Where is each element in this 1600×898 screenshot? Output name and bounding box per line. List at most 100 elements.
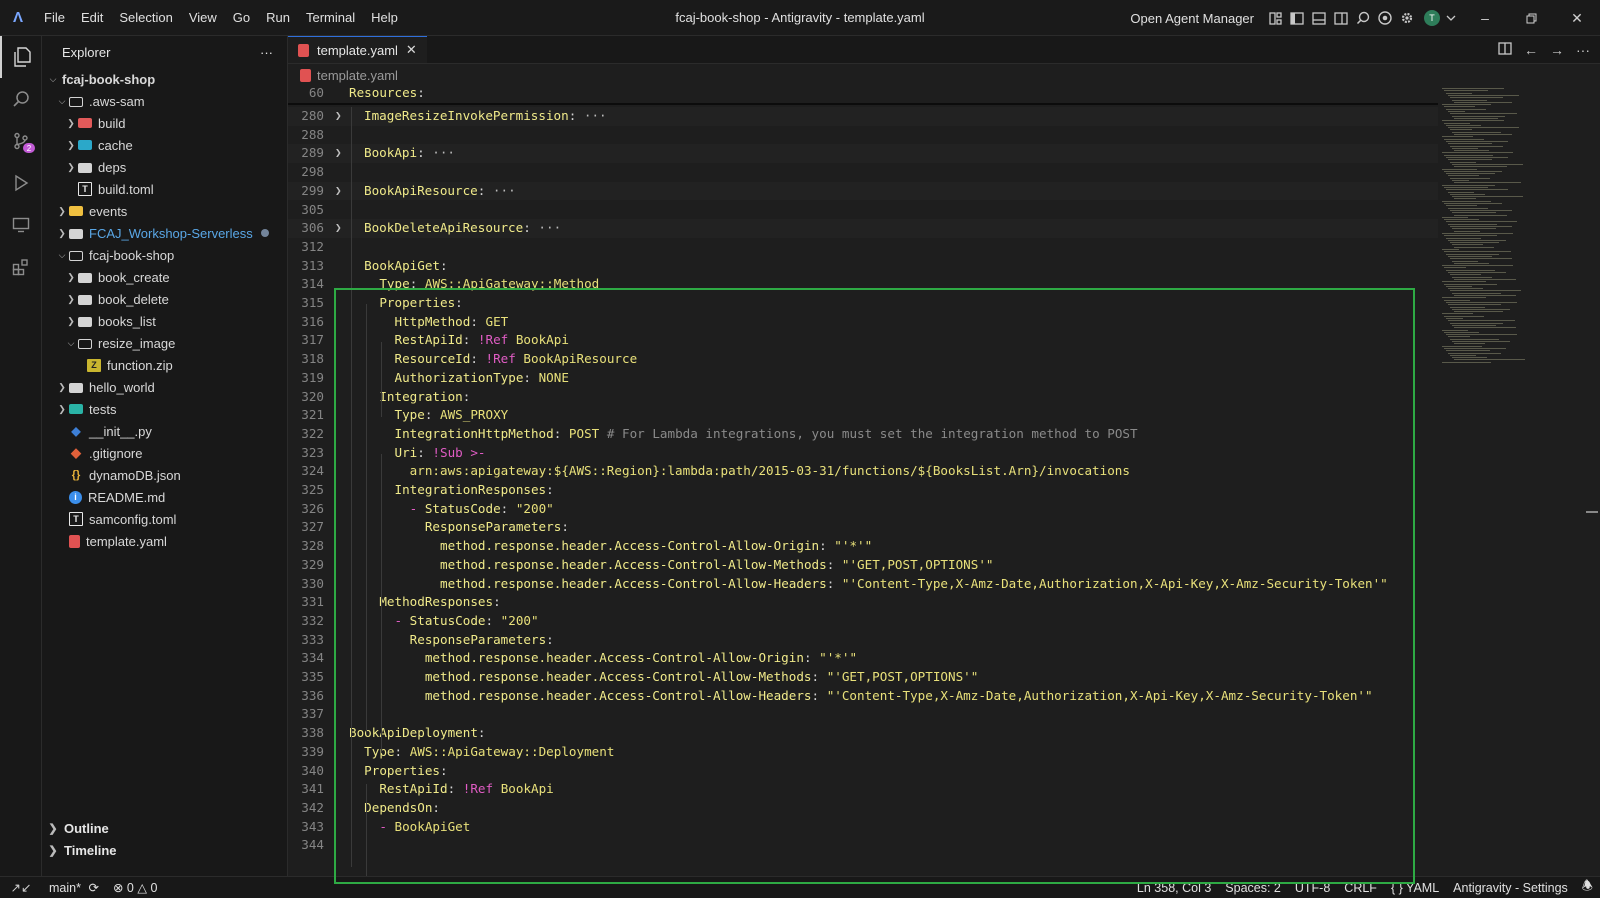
code-line[interactable]: 288 bbox=[288, 126, 1438, 145]
code-line[interactable]: 312 bbox=[288, 238, 1438, 257]
chevron-right-icon[interactable]: ❯ bbox=[64, 272, 78, 283]
code-line[interactable]: 315 Properties: bbox=[288, 294, 1438, 313]
code-line[interactable]: 305 bbox=[288, 201, 1438, 220]
chevron-right-icon[interactable]: ❯ bbox=[55, 228, 69, 239]
menu-view[interactable]: View bbox=[181, 10, 225, 25]
menu-file[interactable]: File bbox=[36, 10, 73, 25]
open-agent-manager-button[interactable]: Open Agent Manager bbox=[1130, 11, 1254, 26]
code-line[interactable]: 336 method.response.header.Access-Contro… bbox=[288, 687, 1438, 706]
code-line[interactable]: 313 BookApiGet: bbox=[288, 257, 1438, 276]
settings-sync[interactable]: Antigravity - Settings bbox=[1446, 881, 1575, 895]
minimap[interactable] bbox=[1438, 84, 1566, 876]
code-line[interactable]: 317 RestApiId: !Ref BookApi bbox=[288, 331, 1438, 350]
close-window-button[interactable]: ✕ bbox=[1554, 0, 1600, 36]
account-avatar[interactable]: T bbox=[1424, 10, 1440, 26]
code-line[interactable]: 319 AuthorizationType: NONE bbox=[288, 369, 1438, 388]
chevron-down-icon[interactable]: ⌵ bbox=[55, 250, 69, 261]
search-icon[interactable] bbox=[0, 78, 42, 120]
chevron-right-icon[interactable]: ❯ bbox=[64, 316, 78, 327]
arrow-left-icon[interactable]: ← bbox=[1524, 42, 1538, 58]
language-mode[interactable]: { } YAML bbox=[1384, 881, 1446, 895]
code-line[interactable]: 338 BookApiDeployment: bbox=[288, 724, 1438, 743]
problems-indicator[interactable]: ⊗ 0 △ 0 bbox=[106, 880, 164, 895]
more-actions-icon[interactable]: ··· bbox=[1576, 42, 1590, 58]
code-line[interactable]: 335 method.response.header.Access-Contro… bbox=[288, 668, 1438, 687]
settings-gear-icon[interactable] bbox=[1396, 0, 1418, 36]
code-line[interactable]: 289 ❯ BookApi: ··· bbox=[288, 144, 1438, 163]
extensions-icon[interactable] bbox=[0, 246, 42, 288]
source-control-icon[interactable]: 2 bbox=[0, 120, 42, 162]
chevron-right-icon[interactable]: ❯ bbox=[64, 140, 78, 151]
code-line[interactable]: 330 method.response.header.Access-Contro… bbox=[288, 575, 1438, 594]
encoding[interactable]: UTF-8 bbox=[1288, 881, 1337, 895]
code-line[interactable]: 339 Type: AWS::ApiGateway::Deployment bbox=[288, 743, 1438, 762]
code-line[interactable]: 328 method.response.header.Access-Contro… bbox=[288, 537, 1438, 556]
tree-item[interactable]: Tsamconfig.toml bbox=[42, 508, 287, 530]
chevron-down-icon[interactable]: ⌵ bbox=[64, 338, 78, 349]
code-line[interactable]: 342 DependsOn: bbox=[288, 799, 1438, 818]
chevron-right-icon[interactable]: ❯ bbox=[64, 294, 78, 305]
tree-item[interactable]: ❯ events bbox=[42, 200, 287, 222]
remote-explorer-icon[interactable] bbox=[0, 204, 42, 246]
code-line[interactable]: 316 HttpMethod: GET bbox=[288, 313, 1438, 332]
minimize-button[interactable]: – bbox=[1462, 0, 1508, 36]
tab-template-yaml[interactable]: template.yaml ✕ bbox=[288, 36, 427, 63]
menu-selection[interactable]: Selection bbox=[111, 10, 180, 25]
code-line[interactable]: 331 MethodResponses: bbox=[288, 593, 1438, 612]
maximize-button[interactable] bbox=[1508, 0, 1554, 36]
code-line[interactable]: 344 bbox=[288, 836, 1438, 855]
toggle-primary-sidebar-icon[interactable] bbox=[1286, 0, 1308, 36]
code-line[interactable]: 318 ResourceId: !Ref BookApiResource bbox=[288, 350, 1438, 369]
toggle-panel-icon[interactable] bbox=[1308, 0, 1330, 36]
sticky-scroll-line[interactable]: 60 Resources: bbox=[288, 84, 1438, 105]
explorer-icon[interactable] bbox=[0, 36, 42, 78]
tree-item[interactable]: ⌵ .aws-sam bbox=[42, 90, 287, 112]
code-line[interactable]: 322 IntegrationHttpMethod: POST # For La… bbox=[288, 425, 1438, 444]
code-line[interactable]: 337 bbox=[288, 705, 1438, 724]
code-line[interactable]: 314 Type: AWS::ApiGateway::Method bbox=[288, 275, 1438, 294]
chevron-right-icon[interactable]: ❯ bbox=[55, 382, 69, 393]
tree-item[interactable]: ⌵ resize_image bbox=[42, 332, 287, 354]
run-debug-icon[interactable] bbox=[0, 162, 42, 204]
code-line[interactable]: 280 ❯ ImageResizeInvokePermission: ··· bbox=[288, 107, 1438, 126]
search-icon[interactable] bbox=[1352, 0, 1374, 36]
menu-run[interactable]: Run bbox=[258, 10, 298, 25]
code-line[interactable]: 326 - StatusCode: "200" bbox=[288, 500, 1438, 519]
chevron-down-icon[interactable]: ⌵ bbox=[55, 96, 69, 107]
menu-go[interactable]: Go bbox=[225, 10, 258, 25]
code-line[interactable]: 332 - StatusCode: "200" bbox=[288, 612, 1438, 631]
timeline-section[interactable]: ❯ Timeline bbox=[42, 839, 287, 861]
tree-item[interactable]: ⌵ fcaj-book-shop bbox=[42, 68, 287, 90]
indentation[interactable]: Spaces: 2 bbox=[1218, 881, 1288, 895]
tree-item[interactable]: ❯ tests bbox=[42, 398, 287, 420]
customize-layout-icon[interactable] bbox=[1264, 0, 1286, 36]
chevron-right-icon[interactable]: ❯ bbox=[64, 118, 78, 129]
code-line[interactable]: 324 arn:aws:apigateway:${AWS::Region}:la… bbox=[288, 462, 1438, 481]
menu-terminal[interactable]: Terminal bbox=[298, 10, 363, 25]
code-line[interactable]: 334 method.response.header.Access-Contro… bbox=[288, 649, 1438, 668]
cursor-position[interactable]: Ln 358, Col 3 bbox=[1130, 881, 1218, 895]
sync-icon[interactable]: ⟳ bbox=[88, 881, 98, 895]
code-line[interactable]: 306 ❯ BookDeleteApiResource: ··· bbox=[288, 219, 1438, 238]
tree-item[interactable]: template.yaml bbox=[42, 530, 287, 552]
tree-item[interactable]: ❯ cache bbox=[42, 134, 287, 156]
tree-item[interactable]: ❯ hello_world bbox=[42, 376, 287, 398]
tree-item[interactable]: ◆ __init__.py bbox=[42, 420, 287, 442]
tree-item[interactable]: Tbuild.toml bbox=[42, 178, 287, 200]
tree-item[interactable]: ❯ books_list bbox=[42, 310, 287, 332]
tree-item[interactable]: ◆ .gitignore bbox=[42, 442, 287, 464]
tree-item[interactable]: i README.md bbox=[42, 486, 287, 508]
tree-item[interactable]: ❯ FCAJ_Workshop-Serverless bbox=[42, 222, 287, 244]
chrome-browser-icon[interactable] bbox=[1374, 0, 1396, 36]
code-line[interactable]: 321 Type: AWS_PROXY bbox=[288, 406, 1438, 425]
toggle-secondary-sidebar-icon[interactable] bbox=[1330, 0, 1352, 36]
fold-chevron-icon[interactable]: ❯ bbox=[335, 219, 342, 238]
menu-help[interactable]: Help bbox=[363, 10, 406, 25]
code-line[interactable]: 341 RestApiId: !Ref BookApi bbox=[288, 780, 1438, 799]
code-line[interactable]: 325 IntegrationResponses: bbox=[288, 481, 1438, 500]
remote-indicator-icon[interactable]: ↗↙ bbox=[0, 880, 42, 895]
chevron-right-icon[interactable]: ❯ bbox=[55, 404, 69, 415]
split-editor-icon[interactable] bbox=[1498, 42, 1512, 58]
chevron-down-icon[interactable]: ⌵ bbox=[46, 74, 60, 85]
tree-item[interactable]: ❯ deps bbox=[42, 156, 287, 178]
